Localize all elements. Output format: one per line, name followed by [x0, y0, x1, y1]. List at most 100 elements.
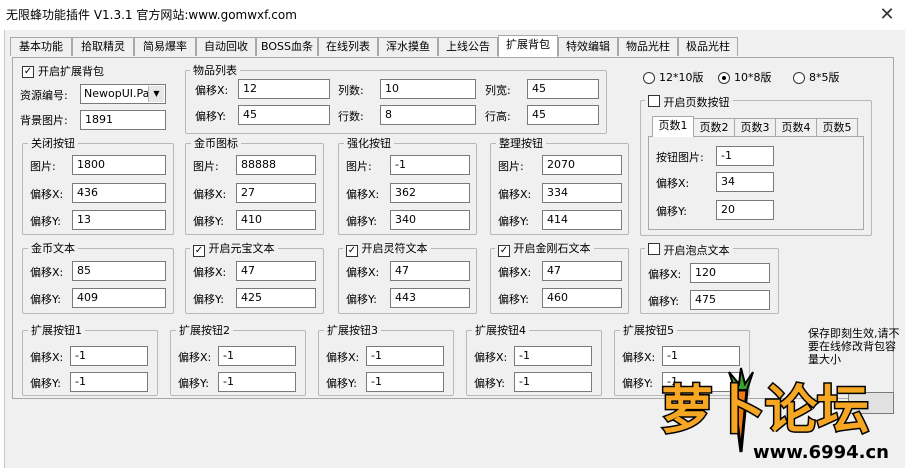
- resource-select[interactable]: NewopUI.Pak ▼: [80, 84, 166, 104]
- ext-y-input[interactable]: -1: [218, 372, 296, 392]
- item-offset-x-input[interactable]: 12: [238, 79, 330, 99]
- close-window-button[interactable]: ✕: [874, 2, 900, 26]
- diamond-y-input[interactable]: 460: [542, 288, 622, 308]
- enable-ext-bag-label: 开启扩展背包: [38, 65, 104, 78]
- ext-button-title: 扩展按钮4: [472, 324, 529, 337]
- item-offset-y-input[interactable]: 45: [238, 105, 330, 125]
- enhance-y-input[interactable]: 340: [390, 210, 470, 230]
- bubble-text-checkbox[interactable]: [648, 243, 660, 255]
- lingfu-text-checkbox[interactable]: ✓: [346, 245, 358, 257]
- tab-recycle[interactable]: 自动回收: [196, 37, 256, 56]
- layout-12x10-radio[interactable]: [643, 72, 655, 84]
- gold-text-x-input[interactable]: 85: [72, 261, 166, 281]
- cols-input[interactable]: 10: [380, 79, 476, 99]
- tab-pickup[interactable]: 拾取精灵: [72, 37, 134, 56]
- yuanbao-text-checkbox[interactable]: ✓: [193, 245, 205, 257]
- gold-img-label: 图片:: [193, 160, 219, 173]
- subtab-page3[interactable]: 页数3: [734, 118, 776, 137]
- yuanbao-x-label: 偏移X:: [193, 266, 227, 279]
- page-img-input[interactable]: -1: [716, 146, 774, 166]
- enhance-y-label: 偏移Y:: [346, 215, 377, 228]
- row-height-label: 行高:: [485, 110, 511, 123]
- gold-icon-title: 金币图标: [191, 137, 241, 150]
- bubble-text-label: 开启泡点文本: [663, 244, 730, 257]
- enable-ext-bag-checkbox[interactable]: ✓: [22, 66, 34, 78]
- gold-text-y-input[interactable]: 409: [72, 288, 166, 308]
- tab-ext-bag[interactable]: 扩展背包: [498, 35, 558, 57]
- subtab-page5[interactable]: 页数5: [816, 118, 858, 137]
- tab-item-beam[interactable]: 物品光柱: [618, 37, 678, 56]
- page-x-input[interactable]: 34: [716, 172, 774, 192]
- sort-img-input[interactable]: 2070: [542, 155, 622, 175]
- close-x-label: 偏移X:: [30, 188, 64, 201]
- chevron-down-icon[interactable]: ▼: [148, 86, 164, 102]
- close-x-input[interactable]: 436: [72, 183, 166, 203]
- enhance-x-input[interactable]: 362: [390, 183, 470, 203]
- col-width-label: 列宽:: [485, 84, 511, 97]
- ext-button-title: 扩展按钮5: [620, 324, 677, 337]
- ext-y-input[interactable]: -1: [70, 372, 148, 392]
- close-y-input[interactable]: 13: [72, 210, 166, 230]
- gold-text-title: 金币文本: [28, 242, 78, 255]
- enhance-img-input[interactable]: -1: [390, 155, 470, 175]
- yuanbao-y-label: 偏移Y:: [193, 293, 224, 306]
- layout-10x8-radio[interactable]: [718, 72, 730, 84]
- subtab-page1[interactable]: 页数1: [652, 116, 694, 137]
- ext-y-label: 偏移Y:: [622, 377, 653, 390]
- close-img-label: 图片:: [30, 160, 56, 173]
- sort-y-input[interactable]: 414: [542, 210, 622, 230]
- ext-x-input[interactable]: -1: [366, 346, 444, 366]
- ext-y-input[interactable]: -1: [514, 372, 592, 392]
- lingfu-y-input[interactable]: 443: [390, 288, 470, 308]
- close-img-input[interactable]: 1800: [72, 155, 166, 175]
- gold-y-label: 偏移Y:: [193, 215, 224, 228]
- close-icon: ✕: [879, 3, 895, 25]
- gold-x-input[interactable]: 27: [236, 183, 316, 203]
- tab-rare-beam[interactable]: 极品光柱: [678, 37, 738, 56]
- item-offset-y-label: 偏移Y:: [195, 110, 226, 123]
- enable-page-button-checkbox[interactable]: [648, 95, 660, 107]
- diamond-x-label: 偏移X:: [498, 266, 532, 279]
- ext-button-title: 扩展按钮1: [28, 324, 85, 337]
- tab-effects[interactable]: 特效编辑: [558, 37, 618, 56]
- bubble-y-input[interactable]: 475: [690, 290, 770, 310]
- tab-fishing[interactable]: 浑水摸鱼: [378, 37, 438, 56]
- page-y-label: 偏移Y:: [656, 205, 687, 218]
- yuanbao-x-input[interactable]: 47: [236, 261, 316, 281]
- ext-y-label: 偏移Y:: [178, 377, 209, 390]
- yuanbao-y-input[interactable]: 425: [236, 288, 316, 308]
- ext-y-input[interactable]: -1: [366, 372, 444, 392]
- sort-button-title: 整理按钮: [496, 137, 546, 150]
- gold-text-x-label: 偏移X:: [30, 266, 64, 279]
- col-width-input[interactable]: 45: [527, 79, 599, 99]
- lingfu-x-input[interactable]: 47: [390, 261, 470, 281]
- ext-x-input[interactable]: -1: [218, 346, 296, 366]
- sort-x-input[interactable]: 334: [542, 183, 622, 203]
- enhance-button-title: 强化按钮: [344, 137, 394, 150]
- tab-basic[interactable]: 基本功能: [10, 37, 72, 56]
- diamond-text-title: ✓ 开启金刚石文本: [495, 242, 594, 257]
- bg-image-input[interactable]: 1891: [80, 110, 166, 130]
- subtab-page4[interactable]: 页数4: [775, 118, 817, 137]
- tab-online-list[interactable]: 在线列表: [318, 37, 378, 56]
- tab-boss-bar[interactable]: BOSS血条: [256, 37, 318, 56]
- diamond-x-input[interactable]: 47: [542, 261, 622, 281]
- sort-x-label: 偏移X:: [498, 188, 532, 201]
- page-y-input[interactable]: 20: [716, 200, 774, 220]
- tab-droprate[interactable]: 简易爆率: [134, 37, 196, 56]
- gold-img-input[interactable]: 88888: [236, 155, 316, 175]
- page-button-title: 开启页数按钮: [645, 94, 733, 109]
- tab-login-notice[interactable]: 上线公告: [438, 37, 498, 56]
- gold-y-input[interactable]: 410: [236, 210, 316, 230]
- ext-y-label: 偏移Y:: [30, 377, 61, 390]
- row-height-input[interactable]: 45: [527, 105, 599, 125]
- bubble-x-input[interactable]: 120: [690, 263, 770, 283]
- ext-x-input[interactable]: -1: [70, 346, 148, 366]
- subtab-page2[interactable]: 页数2: [693, 118, 735, 137]
- ext-x-input[interactable]: -1: [514, 346, 592, 366]
- diamond-text-checkbox[interactable]: ✓: [498, 245, 510, 257]
- layout-8x5-radio[interactable]: [793, 72, 805, 84]
- forum-logo: 萝卜论坛 www.6994.cn: [660, 367, 889, 463]
- rows-input[interactable]: 8: [380, 105, 476, 125]
- resource-label: 资源编号:: [20, 89, 68, 102]
